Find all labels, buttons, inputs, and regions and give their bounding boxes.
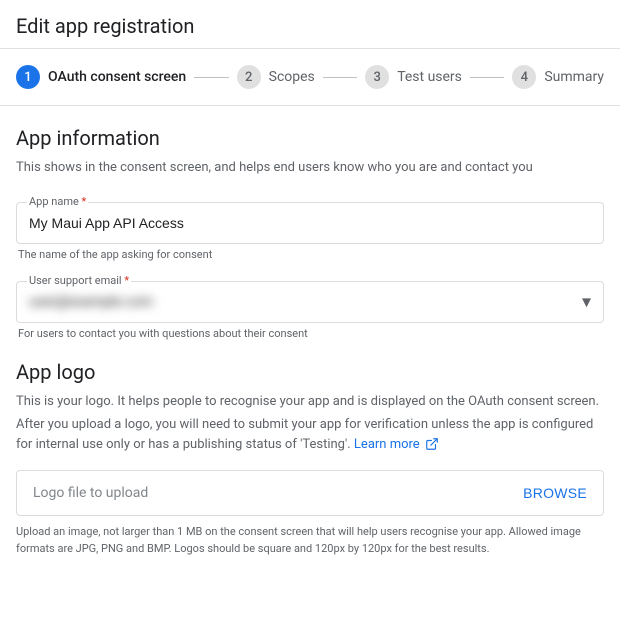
app-name-label: App name * bbox=[27, 195, 88, 208]
app-logo-title: App logo bbox=[16, 360, 604, 384]
logo-upload-hint: Upload an image, not larger than 1 MB on… bbox=[16, 524, 604, 557]
step-2-circle: 2 bbox=[237, 65, 261, 89]
page-title: Edit app registration bbox=[16, 14, 604, 38]
user-support-email-hint: For users to contact you with questions … bbox=[16, 327, 604, 340]
app-logo-desc1: This is your logo. It helps people to re… bbox=[16, 392, 604, 412]
step-3[interactable]: 3 Test users bbox=[365, 65, 462, 89]
step-2-label: Scopes bbox=[269, 69, 315, 85]
app-information-title: App information bbox=[16, 126, 604, 150]
step-4-label: Summary bbox=[544, 69, 604, 85]
logo-upload-area: Logo file to upload BROWSE bbox=[16, 470, 604, 516]
step-3-label: Test users bbox=[397, 69, 462, 85]
learn-more-link[interactable]: Learn more bbox=[354, 437, 439, 452]
step-4-circle: 4 bbox=[512, 65, 536, 89]
user-support-email-field-wrapper: User support email * user@example.com ▾ bbox=[16, 281, 604, 323]
app-name-field-wrapper: App name * bbox=[16, 202, 604, 244]
stepper: 1 OAuth consent screen 2 Scopes 3 Test u… bbox=[0, 49, 620, 106]
step-1-label: OAuth consent screen bbox=[48, 69, 186, 85]
app-name-field-group: App name * The name of the app asking fo… bbox=[16, 202, 604, 261]
main-content: App information This shows in the consen… bbox=[0, 106, 620, 577]
app-name-hint: The name of the app asking for consent bbox=[16, 248, 604, 261]
user-support-email-label: User support email * bbox=[27, 274, 131, 287]
external-link-icon bbox=[425, 437, 439, 451]
app-name-input[interactable] bbox=[29, 211, 591, 235]
step-1-circle: 1 bbox=[16, 65, 40, 89]
user-support-email-field-group: User support email * user@example.com ▾ … bbox=[16, 281, 604, 340]
step-1[interactable]: 1 OAuth consent screen bbox=[16, 65, 186, 89]
step-divider-1 bbox=[194, 77, 228, 78]
step-divider-2 bbox=[323, 77, 357, 78]
logo-upload-label: Logo file to upload bbox=[33, 485, 148, 501]
step-divider-3 bbox=[470, 77, 504, 78]
step-4[interactable]: 4 Summary bbox=[512, 65, 604, 89]
app-logo-section: App logo This is your logo. It helps peo… bbox=[16, 360, 604, 558]
app-information-desc: This shows in the consent screen, and he… bbox=[16, 158, 604, 178]
user-support-email-select-wrapper: user@example.com ▾ bbox=[29, 290, 591, 314]
app-logo-desc2: After you upload a logo, you will need t… bbox=[16, 415, 604, 454]
page-header: Edit app registration bbox=[0, 0, 620, 49]
step-3-circle: 3 bbox=[365, 65, 389, 89]
browse-button[interactable]: BROWSE bbox=[523, 485, 587, 501]
user-support-email-blurred: user@example.com bbox=[29, 290, 591, 314]
step-2[interactable]: 2 Scopes bbox=[237, 65, 315, 89]
